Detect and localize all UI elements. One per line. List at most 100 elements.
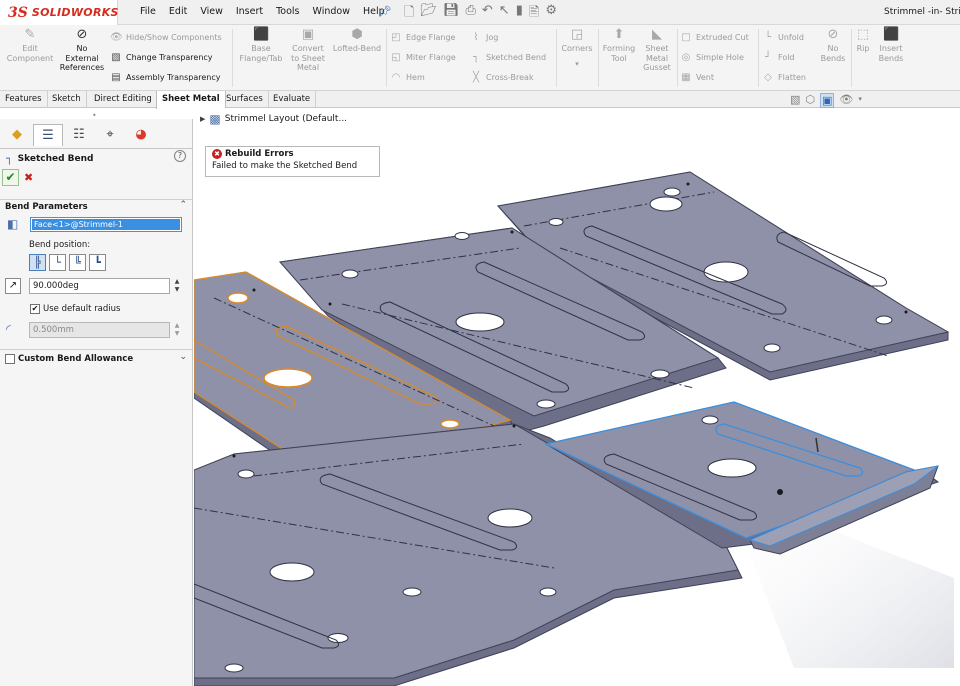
edit-component-button[interactable]: ✎ Edit Component	[4, 28, 56, 63]
open-document-icon[interactable]: 📂︎	[420, 3, 437, 25]
menu-view[interactable]: View	[200, 6, 223, 17]
options-gear-icon[interactable]: ⚙	[545, 3, 557, 25]
material-inside-button[interactable]: └	[49, 254, 66, 271]
sketched-bend-button[interactable]: ┐ Sketched Bend	[470, 52, 546, 63]
tab-surfaces[interactable]: Surfaces	[221, 91, 269, 108]
tab-sketch[interactable]: Sketch	[47, 91, 87, 108]
assembly-transparency-button[interactable]: ▤ Assembly Transparency	[110, 72, 220, 83]
print-icon[interactable]: ⎙	[465, 3, 475, 25]
expand-chevron-icon[interactable]: ⌄	[179, 352, 187, 362]
tab-features[interactable]: Features	[0, 91, 48, 108]
graphics-area[interactable]: ▶ ▩ Strimmel Layout (Default... ✖ Rebuil…	[194, 108, 960, 686]
hide-show-items-icon[interactable]: 👁︎	[839, 93, 853, 108]
tab-sheet-metal[interactable]: Sheet Metal	[156, 91, 226, 109]
ribbon-divider	[677, 29, 678, 87]
insert-bends-button[interactable]: ⬛ Insert Bends	[874, 28, 908, 63]
edge-flange-button[interactable]: ◰ Edge Flange	[390, 32, 455, 43]
no-external-references-button[interactable]: ⊘ No External References	[58, 28, 106, 73]
lofted-bend-button[interactable]: ⬢ Lofted-Bend	[330, 28, 384, 54]
fold-button[interactable]: ┘ Fold	[762, 52, 795, 63]
ribbon-divider	[386, 29, 387, 87]
bend-angle-direction-icon[interactable]: ↗	[5, 278, 21, 294]
ribbon-divider	[232, 29, 233, 87]
extruded-cut-button[interactable]: □ Extruded Cut	[680, 32, 748, 43]
tab-direct-editing[interactable]: Direct Editing	[89, 91, 158, 108]
assembly-transparency-label: Assembly Transparency	[126, 73, 221, 82]
configuration-manager-tab-icon[interactable]: ☷	[64, 124, 94, 146]
hide-show-components-button[interactable]: 👁︎ Hide/Show Components	[110, 32, 222, 43]
pin-menu-icon[interactable]: 📌︎	[378, 5, 392, 18]
corners-dropdown-icon[interactable]: ▾	[558, 60, 596, 70]
tab-evaluate[interactable]: Evaluate	[268, 91, 317, 108]
feature-tree-item[interactable]: Strimmel Layout (Default...	[225, 114, 347, 124]
custom-bend-allowance-section[interactable]: Custom Bend Allowance ⌄	[0, 349, 193, 365]
view-dropdown-icon[interactable]: ▾	[858, 95, 862, 108]
rip-button[interactable]: ⬚ Rip	[852, 28, 874, 54]
simple-hole-icon: ◎	[681, 52, 691, 63]
feature-tree-flyout[interactable]: ▶ ▩ Strimmel Layout (Default...	[200, 112, 347, 126]
save-icon[interactable]: 💾︎	[443, 3, 460, 25]
feature-manager-tab-icon[interactable]: ◆	[2, 124, 32, 146]
ok-button[interactable]: ✔	[2, 169, 19, 186]
jog-button[interactable]: ⌇ Jog	[470, 32, 499, 43]
solidworks-logo[interactable]: 3S SOLIDWORKS	[0, 0, 118, 25]
assembly-transparency-icon: ▤	[111, 72, 121, 83]
undo-icon[interactable]: ↶	[482, 3, 493, 25]
flatten-button[interactable]: ◇ Flatten	[762, 72, 806, 83]
error-title: Rebuild Errors	[225, 149, 294, 159]
corners-button[interactable]: ◲ Corners ▾	[558, 28, 596, 69]
unfold-button[interactable]: └ Unfold	[762, 32, 804, 43]
expand-arrow-icon[interactable]: ▶	[200, 115, 205, 123]
new-document-icon[interactable]: 🗋︎	[404, 3, 414, 25]
bend-centerline-button[interactable]: ╠	[29, 254, 46, 271]
menu-file[interactable]: File	[140, 6, 156, 17]
custom-bend-allowance-checkbox[interactable]: Custom Bend Allowance	[5, 354, 133, 364]
rebuild-icon[interactable]: ▮	[516, 3, 523, 25]
bend-parameters-section[interactable]: Bend Parameters ⌃	[0, 199, 193, 213]
no-bends-label: No Bends	[820, 44, 846, 63]
convert-to-sheet-metal-button[interactable]: ▣ Convert to Sheet Metal	[286, 28, 330, 73]
radius-spinner[interactable]: ▲ ▼	[172, 322, 182, 338]
bend-radius-input[interactable]: 0.500mm	[29, 322, 170, 338]
vent-button[interactable]: ▦ Vent	[680, 72, 714, 83]
dimxpert-tab-icon[interactable]: ⌖	[95, 124, 125, 146]
model-view[interactable]	[194, 108, 960, 686]
property-manager-title: Sketched Bend	[17, 153, 94, 164]
display-style-icon[interactable]: ▣	[820, 93, 835, 108]
menu-tools[interactable]: Tools	[276, 6, 299, 17]
display-manager-tab-icon[interactable]: ◕	[126, 124, 156, 146]
vent-icon: ▦	[681, 72, 691, 83]
simple-hole-button[interactable]: ◎ Simple Hole	[680, 52, 744, 63]
bend-outside-button[interactable]: ┗	[89, 254, 106, 271]
cancel-button[interactable]: ✖	[24, 171, 33, 184]
rebuild-errors-popup: ✖ Rebuild Errors Failed to make the Sket…	[205, 146, 380, 177]
file-properties-icon[interactable]: 🖹︎	[529, 3, 539, 25]
base-flange-button[interactable]: ⬛ Base Flange/Tab	[236, 28, 286, 63]
checkbox-checked-icon[interactable]: ✔	[30, 304, 40, 314]
collapse-chevron-icon[interactable]: ⌃	[179, 200, 187, 210]
cross-break-button[interactable]: ╳ Cross-Break	[470, 72, 534, 83]
change-transparency-button[interactable]: ▧ Change Transparency	[110, 52, 212, 63]
property-manager-tab-icon[interactable]: ☰	[33, 124, 63, 146]
checkbox-unchecked-icon[interactable]	[5, 354, 15, 364]
use-default-radius-checkbox[interactable]: ✔ Use default radius	[30, 304, 120, 314]
hem-button[interactable]: ◠ Hem	[390, 72, 425, 83]
help-icon[interactable]: ?	[174, 150, 186, 162]
face-selection-field[interactable]: Face<1>@Strimmel-1	[30, 217, 182, 232]
miter-flange-button[interactable]: ◱ Miter Flange	[390, 52, 456, 63]
fold-label: Fold	[778, 53, 795, 62]
select-icon[interactable]: ↖	[499, 3, 510, 25]
menu-insert[interactable]: Insert	[236, 6, 263, 17]
view-orientation-icon[interactable]: ⬡	[805, 93, 815, 108]
bend-angle-input[interactable]: 90.000deg	[29, 278, 170, 294]
material-outside-button[interactable]: ╚	[69, 254, 86, 271]
angle-spinner[interactable]: ▲ ▼	[172, 278, 182, 294]
forming-tool-button[interactable]: ⬆ Forming Tool	[600, 28, 638, 63]
sketched-bend-label: Sketched Bend	[486, 53, 547, 62]
forming-tool-icon: ⬆	[613, 27, 625, 42]
menu-edit[interactable]: Edit	[169, 6, 187, 17]
sheet-metal-gusset-button[interactable]: ◣ Sheet Metal Gusset	[638, 28, 676, 73]
no-bends-button[interactable]: ⊘ No Bends	[816, 28, 850, 63]
menu-window[interactable]: Window	[313, 6, 350, 17]
section-view-icon[interactable]: ▧	[790, 93, 800, 108]
